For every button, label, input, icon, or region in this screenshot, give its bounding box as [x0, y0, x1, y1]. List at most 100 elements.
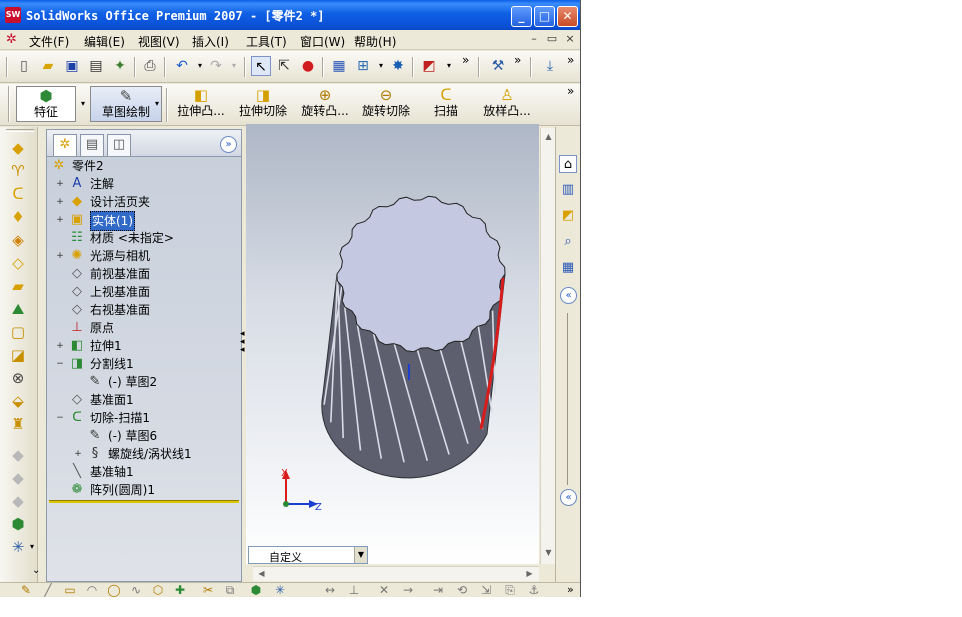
rectangle-icon[interactable]: ▭: [62, 583, 78, 597]
revolve-icon[interactable]: ♈: [9, 162, 27, 180]
convert-icon[interactable]: ✕: [376, 583, 392, 597]
tree-item[interactable]: − ◨ 分割线1: [47, 355, 241, 373]
construction-icon[interactable]: ✳: [272, 583, 288, 597]
appearance-icon[interactable]: ◩: [419, 56, 439, 76]
expand-panel-icon[interactable]: »: [220, 136, 237, 153]
reference-geometry-icon[interactable]: ✳: [9, 538, 27, 556]
menu-help[interactable]: 帮助(H): [354, 33, 396, 50]
extend-icon[interactable]: →: [400, 583, 416, 597]
print-preview-icon[interactable]: ▤: [86, 56, 106, 76]
menu-tools[interactable]: 工具(T): [246, 33, 287, 50]
scroll-right-icon[interactable]: ▶: [523, 567, 536, 581]
maximize-button[interactable]: □: [534, 6, 555, 27]
new-document-icon[interactable]: ▯: [14, 56, 34, 76]
tree-item[interactable]: ╲ 基准轴1: [47, 463, 241, 481]
tree-item[interactable]: ◇ 前视基准面: [47, 265, 241, 283]
view-orientation-icon[interactable]: ⊞: [353, 56, 373, 76]
toolbar-grip[interactable]: [8, 86, 10, 122]
loft-boss-button[interactable]: ♙ 放样凸...: [478, 86, 536, 122]
expand-node-icon[interactable]: +: [74, 450, 82, 459]
move-icon[interactable]: ⇥: [430, 583, 446, 597]
configuration-manager-tab[interactable]: ◫: [107, 134, 131, 156]
view-orientation-select[interactable]: 自定义 ▼: [248, 546, 368, 564]
tree-item[interactable]: ✎ (-) 草图6: [47, 427, 241, 445]
fix-icon[interactable]: ⚓: [526, 583, 542, 597]
reference-icon[interactable]: ⤓: [540, 56, 560, 76]
rotate-icon[interactable]: ⟲: [454, 583, 470, 597]
scroll-down-icon[interactable]: ▼: [542, 546, 555, 560]
property-manager-tab[interactable]: ▤: [80, 134, 104, 156]
expand-node-icon[interactable]: +: [56, 252, 64, 261]
mirror-icon[interactable]: ⬢: [248, 583, 264, 597]
doc-restore-button[interactable]: ▭: [545, 32, 559, 46]
close-button[interactable]: ✕: [557, 6, 578, 27]
expand-node-icon[interactable]: +: [56, 180, 64, 189]
tree-item[interactable]: ☷ 材质 <未指定>: [47, 229, 241, 247]
vertical-scrollbar[interactable]: ▲ ▼: [540, 128, 555, 564]
relation-icon[interactable]: ⊥: [346, 583, 362, 597]
line-icon[interactable]: ╱: [40, 583, 56, 597]
doc-minimize-button[interactable]: –: [527, 32, 541, 46]
horizontal-scrollbar[interactable]: ◀ ▶: [253, 566, 539, 581]
home-icon[interactable]: ⌂: [559, 155, 577, 173]
shell-icon[interactable]: ⬙: [9, 392, 27, 410]
fillet-icon[interactable]: ▢: [9, 323, 27, 341]
revolve-cut-button[interactable]: ⊖ 旋转切除: [360, 86, 412, 122]
features-tab-button[interactable]: ⬢ 特征: [16, 86, 76, 122]
copy-icon[interactable]: ⎘: [502, 583, 518, 597]
features-dropdown-icon[interactable]: ▾: [77, 86, 89, 122]
polygon-icon[interactable]: ⬡: [150, 583, 166, 597]
toolbar-grip[interactable]: [6, 129, 34, 132]
gear-part-body[interactable]: [321, 195, 506, 479]
select-arrow-icon[interactable]: ↖: [251, 56, 271, 76]
arc-icon[interactable]: ◠: [84, 583, 100, 597]
sketch-tool-icon[interactable]: ✎: [18, 583, 34, 597]
extrude-cut-button[interactable]: ◨ 拉伸切除: [236, 86, 290, 122]
minimize-button[interactable]: _: [511, 6, 532, 27]
toolbar-overflow-icon[interactable]: »: [462, 53, 469, 67]
linear-pattern-icon[interactable]: ⬢: [9, 515, 27, 533]
redo-dropdown-icon[interactable]: ▾: [224, 56, 244, 76]
graphics-area[interactable]: X Z: [246, 124, 539, 564]
tree-item[interactable]: − ᑕ 切除-扫描1: [47, 409, 241, 427]
spline-icon[interactable]: ∿: [128, 583, 144, 597]
redo-icon[interactable]: ↷: [206, 56, 226, 76]
sweep-button[interactable]: ᑕ 扫描: [430, 86, 462, 122]
offset-icon[interactable]: ⧉: [222, 583, 238, 597]
menu-view[interactable]: 视图(V): [138, 33, 180, 50]
save-icon[interactable]: ▣: [62, 56, 82, 76]
sweep-icon[interactable]: ᑕ: [9, 185, 27, 203]
display-icon[interactable]: ✸: [388, 56, 408, 76]
cut-extrude-icon[interactable]: ◈: [9, 231, 27, 249]
point-icon[interactable]: ✚: [172, 583, 188, 597]
collapse-node-icon[interactable]: −: [56, 414, 64, 423]
menu-window[interactable]: 窗口(W): [300, 33, 345, 50]
toolbar-grip[interactable]: [6, 57, 8, 77]
loft-icon[interactable]: ♦: [9, 208, 27, 226]
scale-icon[interactable]: ⇲: [478, 583, 494, 597]
rebuild-icon[interactable]: ⚒: [488, 56, 508, 76]
solidworks-logo-icon[interactable]: SW: [5, 7, 21, 23]
expand-node-icon[interactable]: +: [56, 198, 64, 207]
select-filter-icon[interactable]: ⇱: [274, 56, 294, 76]
design-library-icon[interactable]: ▥: [559, 181, 577, 199]
tree-item[interactable]: + A 注解: [47, 175, 241, 193]
menu-edit[interactable]: 编辑(E): [84, 33, 125, 50]
menu-file[interactable]: 文件(F): [29, 33, 69, 50]
tree-item[interactable]: ◇ 基准面1: [47, 391, 241, 409]
tree-item[interactable]: + ◧ 拉伸1: [47, 337, 241, 355]
feature-tree-tab[interactable]: ✲: [53, 134, 77, 156]
bottom-overflow-icon[interactable]: »: [567, 583, 574, 596]
extrude-icon[interactable]: ◆: [9, 139, 27, 157]
tree-item[interactable]: ◇ 上视基准面: [47, 283, 241, 301]
scroll-up-icon[interactable]: ▲: [542, 130, 555, 144]
rib-icon[interactable]: ♜: [9, 415, 27, 433]
tree-item[interactable]: + § 螺旋线/涡状线1: [47, 445, 241, 463]
tree-item[interactable]: + ◆ 设计活页夹: [47, 193, 241, 211]
dimension-icon[interactable]: ↔: [322, 583, 338, 597]
trim-icon[interactable]: ✂: [200, 583, 216, 597]
grid-icon[interactable]: ▦: [329, 56, 349, 76]
scroll-left-icon[interactable]: ◀: [255, 567, 268, 581]
reference-geometry-dropdown-icon[interactable]: ▾: [30, 542, 34, 551]
flex-icon[interactable]: ◆: [9, 492, 27, 510]
